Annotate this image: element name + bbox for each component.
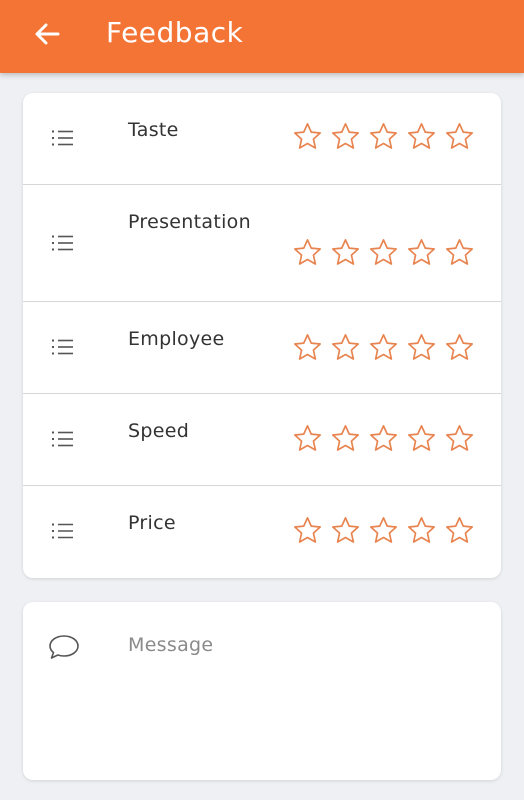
message-input[interactable]: Message <box>128 634 213 656</box>
star-icon[interactable] <box>444 423 475 454</box>
star-icon[interactable] <box>444 332 475 363</box>
star-icon[interactable] <box>406 237 437 268</box>
arrow-left-icon <box>35 23 60 45</box>
rating-row-price[interactable]: Price <box>23 486 501 578</box>
star-icon[interactable] <box>368 515 399 546</box>
list-icon <box>52 235 73 251</box>
star-icon[interactable] <box>330 423 361 454</box>
rating-label: Speed <box>128 420 190 442</box>
star-icon[interactable] <box>444 515 475 546</box>
star-icon[interactable] <box>330 515 361 546</box>
star-icon[interactable] <box>292 332 323 363</box>
star-icon[interactable] <box>406 423 437 454</box>
star-icon[interactable] <box>330 121 361 152</box>
rating-row-taste[interactable]: Taste <box>23 93 501 185</box>
star-icon[interactable] <box>368 423 399 454</box>
star-icon[interactable] <box>292 237 323 268</box>
star-rating[interactable] <box>292 332 475 363</box>
star-icon[interactable] <box>292 515 323 546</box>
star-icon[interactable] <box>444 121 475 152</box>
rating-label: Taste <box>128 119 179 141</box>
rating-label: Presentation <box>128 211 251 233</box>
chat-bubble-icon <box>49 635 79 659</box>
star-rating[interactable] <box>292 515 475 546</box>
star-icon[interactable] <box>406 515 437 546</box>
list-icon <box>52 339 73 355</box>
back-button[interactable] <box>30 17 64 51</box>
star-icon[interactable] <box>444 237 475 268</box>
rating-card: Taste Presentation Employee Speed Price <box>23 93 501 578</box>
list-icon <box>52 523 73 539</box>
rating-row-employee[interactable]: Employee <box>23 302 501 394</box>
star-rating[interactable] <box>292 237 475 268</box>
star-icon[interactable] <box>330 332 361 363</box>
app-bar: Feedback <box>0 0 524 73</box>
star-icon[interactable] <box>406 332 437 363</box>
rating-label: Employee <box>128 328 225 350</box>
star-icon[interactable] <box>292 121 323 152</box>
star-icon[interactable] <box>292 423 323 454</box>
star-rating[interactable] <box>292 121 475 152</box>
list-icon <box>52 130 73 146</box>
rating-row-presentation[interactable]: Presentation <box>23 185 501 302</box>
rating-row-speed[interactable]: Speed <box>23 394 501 486</box>
star-icon[interactable] <box>368 237 399 268</box>
star-icon[interactable] <box>368 121 399 152</box>
star-rating[interactable] <box>292 423 475 454</box>
page-title: Feedback <box>106 16 244 49</box>
star-icon[interactable] <box>406 121 437 152</box>
list-icon <box>52 431 73 447</box>
star-icon[interactable] <box>368 332 399 363</box>
rating-label: Price <box>128 512 176 534</box>
message-field[interactable]: Message <box>23 602 501 780</box>
star-icon[interactable] <box>330 237 361 268</box>
